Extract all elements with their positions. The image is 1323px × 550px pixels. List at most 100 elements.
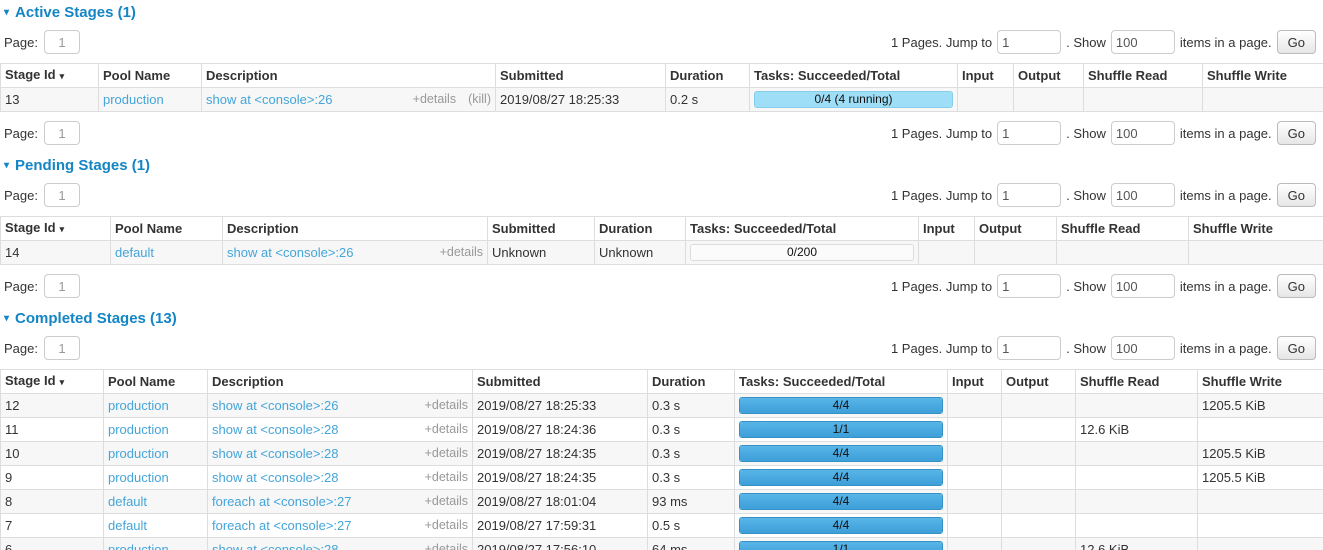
pool-name-link[interactable]: production — [103, 92, 164, 107]
page-label: Page: — [4, 341, 38, 356]
jump-to-page-input[interactable] — [997, 336, 1061, 360]
column-header-duration[interactable]: Duration — [666, 64, 750, 88]
column-header-submitted[interactable]: Submitted — [496, 64, 666, 88]
pool-name-link[interactable]: production — [108, 398, 169, 413]
description-link[interactable]: show at <console>:28 — [212, 446, 413, 461]
column-header-shuffle-read[interactable]: Shuffle Read — [1057, 217, 1189, 241]
column-header-pool-name[interactable]: Pool Name — [111, 217, 223, 241]
description-link[interactable]: show at <console>:28 — [212, 470, 413, 485]
kill-link[interactable]: (kill) — [468, 92, 491, 107]
pool-name-link[interactable]: production — [108, 446, 169, 461]
show-label: . Show — [1066, 126, 1106, 141]
section-title-label: Active Stages (1) — [15, 4, 136, 21]
pool-cell: production — [99, 88, 202, 112]
output-cell — [1002, 514, 1076, 538]
section-title[interactable]: ▾ Active Stages (1) — [0, 4, 1323, 21]
go-button[interactable]: Go — [1277, 274, 1316, 298]
column-header-input[interactable]: Input — [919, 217, 975, 241]
column-header-output[interactable]: Output — [975, 217, 1057, 241]
column-header-description[interactable]: Description — [208, 370, 473, 394]
column-header-description[interactable]: Description — [223, 217, 488, 241]
column-header-input[interactable]: Input — [958, 64, 1014, 88]
jump-to-page-input[interactable] — [997, 121, 1061, 145]
page-number-input[interactable] — [44, 336, 80, 360]
section-title[interactable]: ▾ Completed Stages (13) — [0, 310, 1323, 327]
column-header-pool-name[interactable]: Pool Name — [104, 370, 208, 394]
column-header-shuffle-write[interactable]: Shuffle Write — [1198, 370, 1323, 394]
column-header-stage-id[interactable]: Stage Id▾ — [1, 217, 111, 241]
column-header-tasks-succeeded-total[interactable]: Tasks: Succeeded/Total — [735, 370, 948, 394]
column-header-duration[interactable]: Duration — [595, 217, 686, 241]
page-number-input[interactable] — [44, 121, 80, 145]
column-header-output[interactable]: Output — [1014, 64, 1084, 88]
pool-name-link[interactable]: default — [115, 245, 154, 260]
pending-stages-section: ▾ Pending Stages (1) Page: 1 Pages. Jump… — [0, 157, 1323, 298]
page-number-input[interactable] — [44, 274, 80, 298]
page-number-input[interactable] — [44, 183, 80, 207]
details-toggle[interactable]: +details — [425, 518, 468, 533]
pool-name-link[interactable]: production — [108, 470, 169, 485]
description-link[interactable]: show at <console>:26 — [227, 245, 428, 260]
column-header-shuffle-read[interactable]: Shuffle Read — [1084, 64, 1203, 88]
column-header-shuffle-write[interactable]: Shuffle Write — [1189, 217, 1323, 241]
details-toggle[interactable]: +details — [425, 422, 468, 437]
jump-to-page-input[interactable] — [997, 183, 1061, 207]
go-button[interactable]: Go — [1277, 30, 1316, 54]
details-toggle[interactable]: +details — [425, 494, 468, 509]
column-header-output[interactable]: Output — [1002, 370, 1076, 394]
column-header-label: Output — [979, 221, 1022, 236]
duration-cell: 0.3 s — [648, 466, 735, 490]
pool-name-link[interactable]: default — [108, 494, 147, 509]
go-button[interactable]: Go — [1277, 183, 1316, 207]
output-cell — [1002, 442, 1076, 466]
duration-cell: Unknown — [595, 241, 686, 265]
pool-name-link[interactable]: default — [108, 518, 147, 533]
column-header-label: Stage Id — [5, 373, 56, 388]
section-title[interactable]: ▾ Pending Stages (1) — [0, 157, 1323, 174]
shuffle-read-cell — [1076, 490, 1198, 514]
column-header-shuffle-read[interactable]: Shuffle Read — [1076, 370, 1198, 394]
jump-to-page-input[interactable] — [997, 274, 1061, 298]
description-link[interactable]: show at <console>:26 — [212, 398, 413, 413]
column-header-shuffle-write[interactable]: Shuffle Write — [1203, 64, 1323, 88]
column-header-stage-id[interactable]: Stage Id▾ — [1, 370, 104, 394]
description-link[interactable]: foreach at <console>:27 — [212, 494, 413, 509]
go-button[interactable]: Go — [1277, 121, 1316, 145]
column-header-tasks-succeeded-total[interactable]: Tasks: Succeeded/Total — [750, 64, 958, 88]
show-items-input[interactable] — [1111, 274, 1175, 298]
column-header-duration[interactable]: Duration — [648, 370, 735, 394]
description-link[interactable]: show at <console>:28 — [212, 422, 413, 437]
column-header-submitted[interactable]: Submitted — [488, 217, 595, 241]
description-link[interactable]: foreach at <console>:27 — [212, 518, 413, 533]
show-items-input[interactable] — [1111, 121, 1175, 145]
column-header-label: Pool Name — [108, 374, 175, 389]
column-header-description[interactable]: Description — [202, 64, 496, 88]
duration-cell: 0.3 s — [648, 418, 735, 442]
details-toggle[interactable]: +details — [425, 470, 468, 485]
description-link[interactable]: show at <console>:28 — [212, 542, 413, 550]
column-header-input[interactable]: Input — [948, 370, 1002, 394]
input-cell — [958, 88, 1014, 112]
column-header-pool-name[interactable]: Pool Name — [99, 64, 202, 88]
details-toggle[interactable]: +details — [425, 446, 468, 461]
pool-cell: production — [104, 394, 208, 418]
column-header-stage-id[interactable]: Stage Id▾ — [1, 64, 99, 88]
show-items-input[interactable] — [1111, 336, 1175, 360]
column-header-submitted[interactable]: Submitted — [473, 370, 648, 394]
stage-row: 12productionshow at <console>:26+details… — [1, 394, 1323, 418]
jump-to-page-input[interactable] — [997, 30, 1061, 54]
details-toggle[interactable]: +details — [425, 398, 468, 413]
show-items-input[interactable] — [1111, 183, 1175, 207]
pool-name-link[interactable]: production — [108, 542, 169, 550]
details-toggle[interactable]: +details — [440, 245, 483, 260]
pool-cell: default — [104, 514, 208, 538]
description-link[interactable]: show at <console>:26 — [206, 92, 401, 107]
show-items-input[interactable] — [1111, 30, 1175, 54]
page-number-input[interactable] — [44, 30, 80, 54]
go-button[interactable]: Go — [1277, 336, 1316, 360]
page-label: Page: — [4, 279, 38, 294]
column-header-tasks-succeeded-total[interactable]: Tasks: Succeeded/Total — [686, 217, 919, 241]
pool-name-link[interactable]: production — [108, 422, 169, 437]
details-toggle[interactable]: +details — [425, 542, 468, 550]
details-toggle[interactable]: +details — [413, 92, 456, 107]
